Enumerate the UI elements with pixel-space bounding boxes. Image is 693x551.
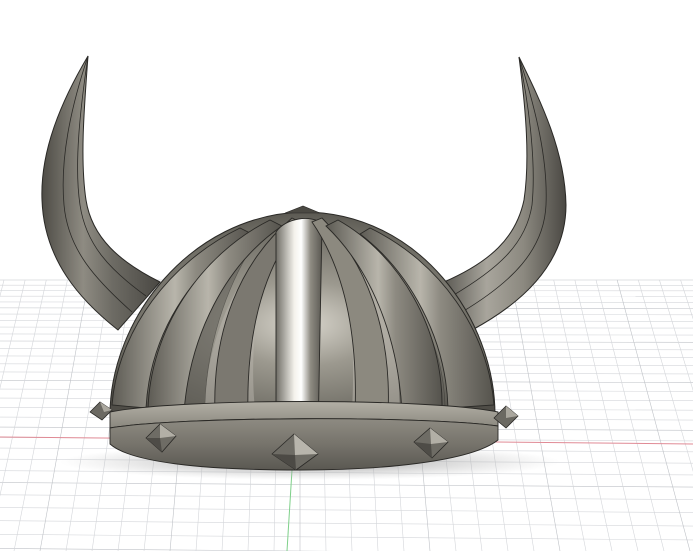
grid-line-h: [0, 507, 693, 513]
grid-line-v: [532, 279, 587, 551]
grid-line-v: [659, 279, 693, 392]
grid-line-v: [553, 279, 613, 551]
grid-line-h: [0, 534, 693, 541]
grid-line-v: [638, 279, 693, 472]
grid-line-h: [0, 482, 693, 488]
left-horn[interactable]: [41, 55, 161, 331]
grid-line-v: [511, 279, 561, 551]
grid-line-h: [0, 494, 693, 500]
grid-line-v: [680, 279, 693, 320]
right-horn[interactable]: [443, 56, 567, 331]
model-viewport-svg[interactable]: [0, 0, 693, 551]
design-canvas[interactable]: [0, 0, 693, 551]
grid-line-h: [0, 520, 693, 527]
y-axis-line: [286, 469, 293, 551]
